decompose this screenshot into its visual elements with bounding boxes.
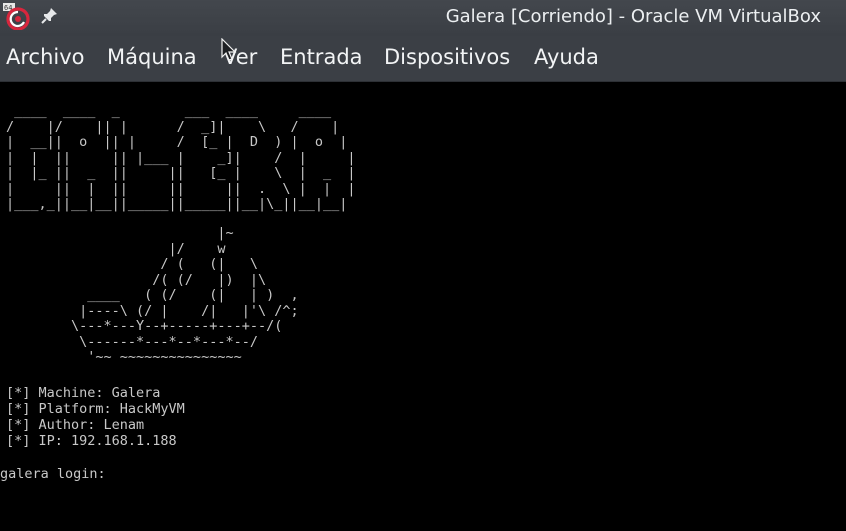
machine-info: [*] Machine: Galera [*] Platform: HackMy… (6, 385, 185, 449)
menu-ayuda[interactable]: Ayuda (534, 45, 599, 69)
vm-console-screen[interactable]: ____ ____ _ ___ ____ ____ / |/ || | / _]… (0, 82, 846, 531)
window-title: Galera [Corriendo] - Oracle VM VirtualBo… (445, 6, 821, 27)
info-line-ip: [*] IP: 192.168.1.188 (6, 433, 177, 449)
login-prompt: galera login: (0, 466, 106, 482)
login-input[interactable] (110, 464, 410, 482)
virtualbox-app-icon[interactable]: 64 (3, 3, 30, 30)
info-line-platform: [*] Platform: HackMyVM (6, 401, 185, 417)
menu-archivo[interactable]: Archivo (6, 45, 85, 69)
menu-maquina[interactable]: Máquina (107, 45, 197, 69)
info-line-machine: [*] Machine: Galera (6, 385, 161, 401)
galera-ascii-banner: ____ ____ _ ___ ____ ____ / |/ || | / _]… (6, 103, 356, 212)
pin-icon[interactable] (41, 6, 59, 24)
virtualbox-window: 64 Galera [Corriendo] - Oracle VM Virtua… (0, 0, 846, 531)
ship-ascii-art: |~ |/ w / ( (| \ /( (/ |) |\ ____ ( (/ (… (71, 225, 299, 365)
title-bar[interactable]: 64 Galera [Corriendo] - Oracle VM Virtua… (0, 0, 846, 36)
menu-entrada[interactable]: Entrada (280, 45, 363, 69)
info-line-author: [*] Author: Lenam (6, 417, 145, 433)
menu-ver[interactable]: Ver (223, 45, 257, 69)
menu-dispositivos[interactable]: Dispositivos (384, 45, 510, 69)
menu-bar: Archivo Máquina Ver Entrada Dispositivos… (0, 36, 846, 82)
